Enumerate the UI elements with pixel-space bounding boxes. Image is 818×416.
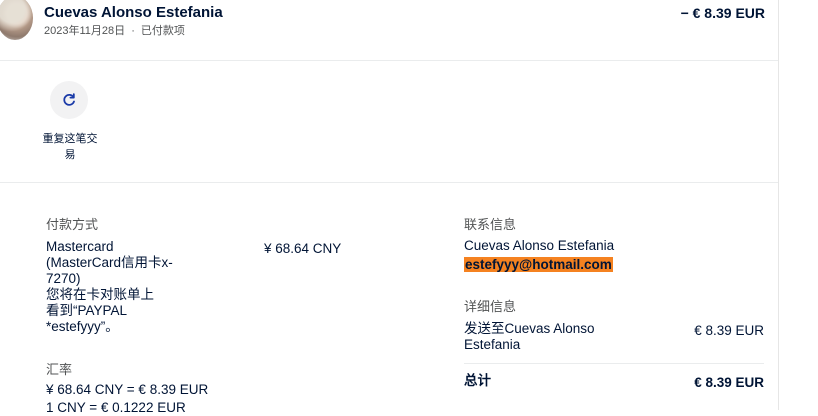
- transaction-detail-panel: Cuevas Alonso Estefania 2023年11月28日 · 已付…: [0, 0, 779, 415]
- avatar: [0, 0, 33, 40]
- payment-method-line: 7270): [46, 271, 81, 286]
- total-label: 总计: [464, 373, 491, 388]
- contact-email[interactable]: estefyyy@hotmail.com: [464, 257, 613, 272]
- payment-method-details: Mastercard (MasterCard信用卡x- 7270) 您将在卡对账…: [46, 239, 196, 335]
- refresh-icon: [63, 93, 75, 106]
- actions-row: [0, 61, 778, 183]
- payment-amount: ¥ 68.64 CNY: [264, 241, 342, 256]
- sent-to: 发送至Cuevas Alonso Estefania: [464, 321, 664, 353]
- transaction-status: 已付款项: [140, 25, 185, 37]
- total-divider: [464, 363, 764, 364]
- exchange-rate-title: 汇率: [46, 362, 73, 377]
- exchange-rate-line: ¥ 68.64 CNY = € 8.39 EUR: [46, 382, 209, 397]
- transaction-header: Cuevas Alonso Estefania 2023年11月28日 · 已付…: [0, 0, 778, 61]
- contact-email-row: estefyyy@hotmail.com: [464, 257, 613, 273]
- total-amount: € 8.39 EUR: [694, 375, 764, 390]
- transaction-date-status: 2023年11月28日 · 已付款项: [44, 22, 185, 38]
- transaction-date: 2023年11月28日: [44, 25, 126, 37]
- separator: ·: [131, 25, 135, 37]
- page-gutter: [779, 0, 818, 410]
- payment-method-title: 付款方式: [46, 217, 99, 232]
- sent-to-line: 发送至Cuevas Alonso: [464, 321, 595, 336]
- contact-name: Cuevas Alonso Estefania: [464, 238, 615, 253]
- exchange-rate-unit: 1 CNY = € 0.1222 EUR: [46, 400, 186, 415]
- sent-amount: € 8.39 EUR: [694, 323, 764, 338]
- counterparty-name: Cuevas Alonso Estefania: [44, 4, 223, 21]
- details-title: 详细信息: [464, 299, 517, 314]
- payment-method-line: 您将在卡对账单上: [46, 287, 154, 302]
- payment-method-line: Mastercard: [46, 239, 114, 254]
- payment-method-line: *estefyyy”。: [46, 319, 119, 334]
- repeat-transaction-button[interactable]: [50, 81, 88, 119]
- sent-to-line: Estefania: [464, 337, 521, 352]
- repeat-transaction-label[interactable]: 重复这笔交易: [38, 131, 102, 163]
- transaction-amount: − € 8.39 EUR: [680, 5, 765, 21]
- contact-info-title: 联系信息: [464, 217, 517, 232]
- payment-method-line: 看到“PAYPAL: [46, 303, 128, 318]
- payment-method-line: (MasterCard信用卡x-: [46, 255, 173, 270]
